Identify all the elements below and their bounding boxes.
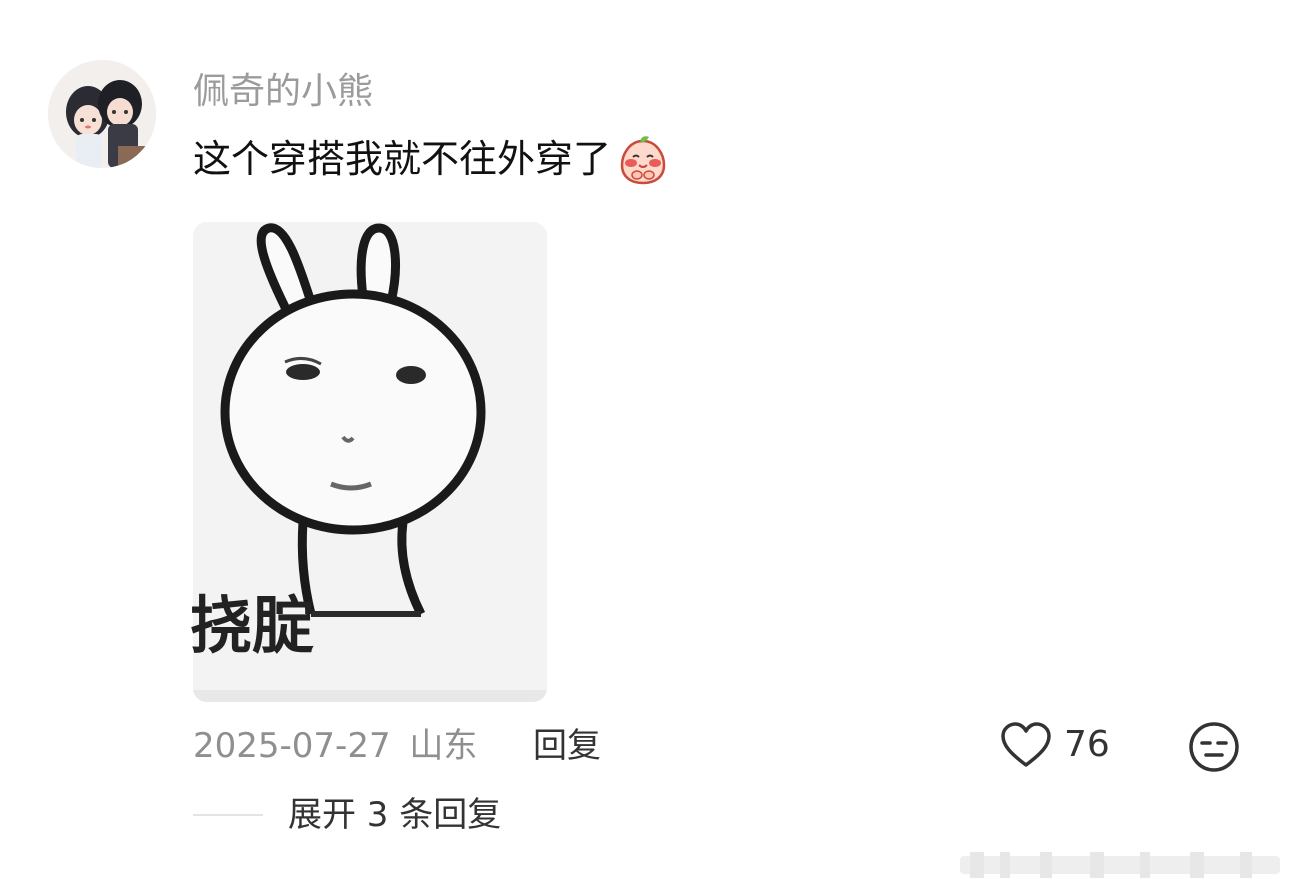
expand-divider <box>193 814 263 816</box>
meh-face-icon[interactable] <box>1188 721 1240 773</box>
shy-peach-emoji-icon <box>620 136 666 185</box>
like-button[interactable]: 76 <box>1000 720 1110 770</box>
comment-username[interactable]: 佩奇的小熊 <box>193 68 373 116</box>
reply-button[interactable]: 回复 <box>533 722 601 770</box>
comment-meta: 2025-07-27 山东 <box>193 722 477 770</box>
like-count: 76 <box>1064 724 1110 765</box>
sticker-caption: 挠腚 <box>190 589 315 662</box>
heart-outline-icon <box>1001 722 1051 767</box>
expand-replies-button[interactable]: 展开 3 条回复 <box>288 791 501 839</box>
comment-date: 2025-07-27 <box>193 726 391 766</box>
sticker-bottom-bar <box>193 690 547 702</box>
comment-text: 这个穿搭我就不往外穿了 <box>193 133 669 185</box>
watermark-image <box>960 852 1280 878</box>
comment-text-body: 这个穿搭我就不往外穿了 <box>193 137 612 181</box>
comment-location: 山东 <box>409 726 478 766</box>
user-avatar[interactable] <box>48 60 156 168</box>
